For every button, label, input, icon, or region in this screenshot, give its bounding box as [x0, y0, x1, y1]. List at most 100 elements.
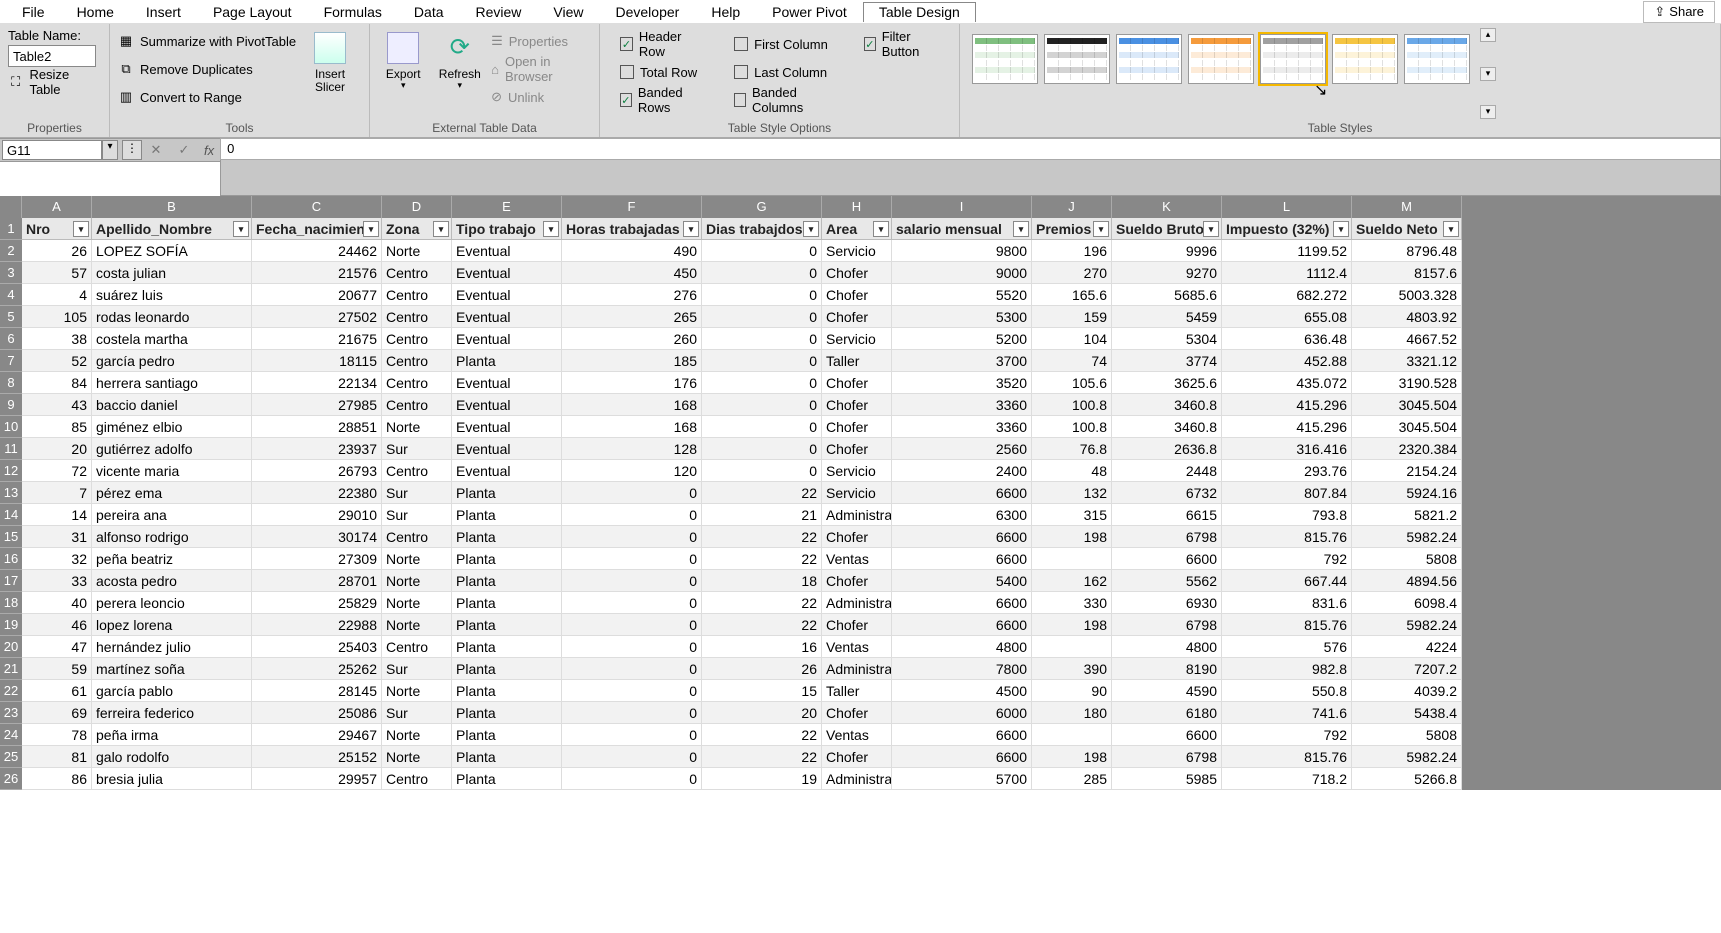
cell[interactable] — [1032, 724, 1112, 746]
cell[interactable]: perera leoncio — [92, 592, 252, 614]
cell[interactable]: 128 — [562, 438, 702, 460]
cell[interactable]: 21 — [702, 504, 822, 526]
table-header-cell[interactable]: Dias trabajdos▾ — [702, 218, 822, 240]
cell[interactable]: 25403 — [252, 636, 382, 658]
cell[interactable]: 0 — [562, 614, 702, 636]
banded-rows-checkbox[interactable]: ✓Banded Rows — [620, 88, 704, 112]
cell[interactable]: 22 — [702, 614, 822, 636]
cell[interactable]: 29010 — [252, 504, 382, 526]
cell[interactable]: Sur — [382, 438, 452, 460]
cell[interactable]: 105.6 — [1032, 372, 1112, 394]
cell[interactable]: 40 — [22, 592, 92, 614]
row-header[interactable]: 10 — [0, 416, 22, 438]
cell[interactable]: Sur — [382, 702, 452, 724]
cell[interactable]: 3190.528 — [1352, 372, 1462, 394]
cell[interactable]: 31 — [22, 526, 92, 548]
row-header[interactable]: 7 — [0, 350, 22, 372]
cell[interactable]: LOPEZ SOFÍA — [92, 240, 252, 262]
table-name-input[interactable] — [8, 45, 96, 67]
menu-table-design[interactable]: Table Design — [863, 2, 976, 22]
cell[interactable]: 28851 — [252, 416, 382, 438]
cell[interactable]: 330 — [1032, 592, 1112, 614]
cell[interactable]: 29467 — [252, 724, 382, 746]
cell[interactable]: 57 — [22, 262, 92, 284]
cell[interactable]: 86 — [22, 768, 92, 790]
cell[interactable]: 27502 — [252, 306, 382, 328]
summarize-pivot-button[interactable]: ▦Summarize with PivotTable — [118, 28, 296, 54]
cell[interactable]: Chofer — [822, 438, 892, 460]
cell[interactable]: 6000 — [892, 702, 1032, 724]
cell[interactable]: 490 — [562, 240, 702, 262]
export-button[interactable]: Export▾ — [378, 28, 429, 119]
cell[interactable]: 5700 — [892, 768, 1032, 790]
cell[interactable]: 4590 — [1112, 680, 1222, 702]
table-header-cell[interactable]: Apellido_Nombre▾ — [92, 218, 252, 240]
cell[interactable]: 0 — [702, 416, 822, 438]
cell[interactable]: 5200 — [892, 328, 1032, 350]
column-header[interactable]: G — [702, 196, 822, 218]
gallery-scrollbar[interactable]: ▴ ▾ ▾ — [1480, 28, 1496, 119]
fx-icon[interactable]: fx — [198, 143, 220, 158]
filter-dropdown-button[interactable]: ▾ — [543, 221, 559, 237]
menu-developer[interactable]: Developer — [600, 2, 696, 22]
cell[interactable]: 72 — [22, 460, 92, 482]
header-row-checkbox[interactable]: ✓Header Row — [620, 32, 704, 56]
menu-page-layout[interactable]: Page Layout — [197, 2, 308, 22]
cell[interactable]: 180 — [1032, 702, 1112, 724]
cell[interactable]: 78 — [22, 724, 92, 746]
cell[interactable]: 22 — [702, 482, 822, 504]
cell[interactable]: 0 — [562, 768, 702, 790]
filter-dropdown-button[interactable]: ▾ — [1093, 221, 1109, 237]
cell[interactable]: 6798 — [1112, 614, 1222, 636]
cell[interactable]: 21576 — [252, 262, 382, 284]
cell[interactable]: 4039.2 — [1352, 680, 1462, 702]
cell[interactable]: Ventas — [822, 724, 892, 746]
cell[interactable]: Chofer — [822, 262, 892, 284]
cell[interactable]: 5438.4 — [1352, 702, 1462, 724]
cell[interactable]: 22380 — [252, 482, 382, 504]
cell[interactable]: 655.08 — [1222, 306, 1352, 328]
cell[interactable]: suárez luis — [92, 284, 252, 306]
cell[interactable]: 20 — [702, 702, 822, 724]
cell[interactable]: 5400 — [892, 570, 1032, 592]
cell[interactable]: 5982.24 — [1352, 614, 1462, 636]
cell[interactable]: 5003.328 — [1352, 284, 1462, 306]
row-header[interactable]: 14 — [0, 504, 22, 526]
cell[interactable]: Norte — [382, 724, 452, 746]
cell[interactable]: 0 — [562, 482, 702, 504]
cell[interactable]: 7 — [22, 482, 92, 504]
column-header[interactable]: I — [892, 196, 1032, 218]
total-row-checkbox[interactable]: Total Row — [620, 60, 704, 84]
cell[interactable]: Servicio — [822, 460, 892, 482]
cell[interactable]: 5562 — [1112, 570, 1222, 592]
cell[interactable]: 22134 — [252, 372, 382, 394]
cell[interactable]: Administra — [822, 768, 892, 790]
cell[interactable]: Planta — [452, 680, 562, 702]
cell[interactable]: 8190 — [1112, 658, 1222, 680]
cell[interactable]: Eventual — [452, 240, 562, 262]
cell[interactable]: 168 — [562, 416, 702, 438]
cell[interactable]: 5685.6 — [1112, 284, 1222, 306]
cell[interactable]: 667.44 — [1222, 570, 1352, 592]
cell[interactable]: 4894.56 — [1352, 570, 1462, 592]
cell[interactable]: 4224 — [1352, 636, 1462, 658]
filter-dropdown-button[interactable]: ▾ — [363, 221, 379, 237]
cell[interactable]: 185 — [562, 350, 702, 372]
row-header[interactable]: 5 — [0, 306, 22, 328]
cell[interactable]: Centro — [382, 262, 452, 284]
cell[interactable]: 196 — [1032, 240, 1112, 262]
name-box[interactable] — [2, 140, 102, 160]
cell[interactable]: 5304 — [1112, 328, 1222, 350]
cell[interactable]: 168 — [562, 394, 702, 416]
cell[interactable]: ferreira federico — [92, 702, 252, 724]
cell[interactable]: 90 — [1032, 680, 1112, 702]
cell[interactable]: 0 — [702, 328, 822, 350]
cell[interactable]: 807.84 — [1222, 482, 1352, 504]
cell[interactable]: 27309 — [252, 548, 382, 570]
cell[interactable]: 16 — [702, 636, 822, 658]
menu-review[interactable]: Review — [460, 2, 538, 22]
cell[interactable]: 22 — [702, 548, 822, 570]
filter-dropdown-button[interactable]: ▾ — [1333, 221, 1349, 237]
cell[interactable]: costela martha — [92, 328, 252, 350]
cell[interactable]: 550.8 — [1222, 680, 1352, 702]
